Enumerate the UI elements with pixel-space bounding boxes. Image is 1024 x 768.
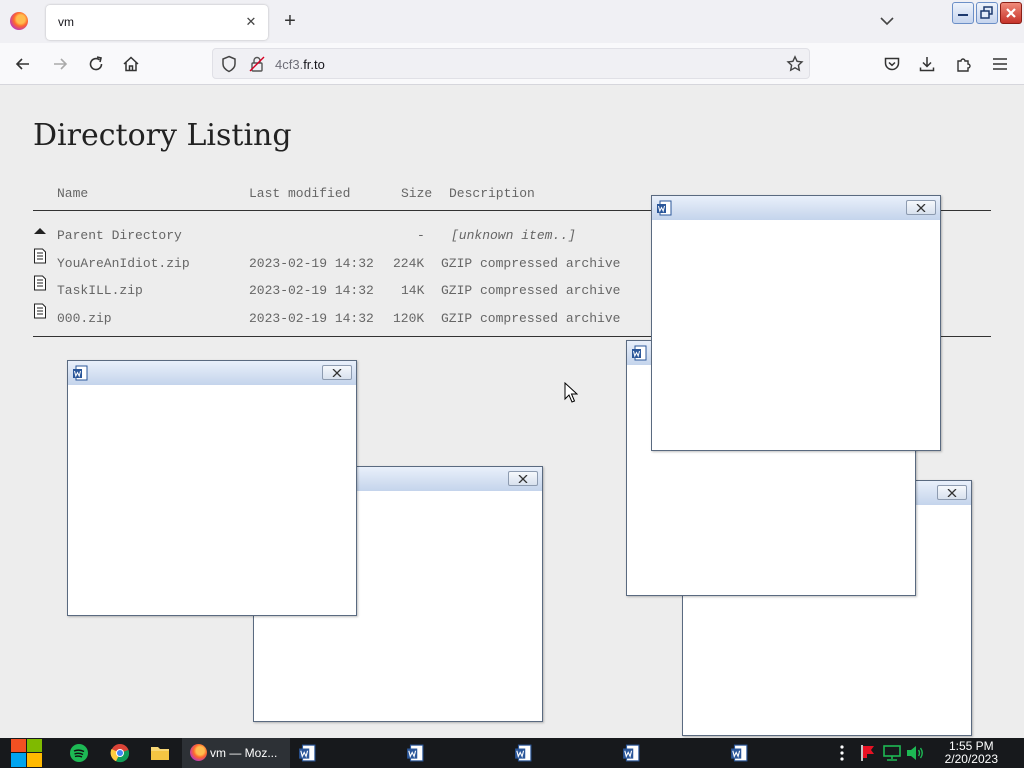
row-name-link[interactable]: TaskILL.zip <box>57 283 143 298</box>
tray-overflow-icon[interactable] <box>834 743 850 763</box>
column-header-description[interactable]: Description <box>449 186 535 201</box>
network-icon[interactable] <box>882 743 902 763</box>
popup-window[interactable] <box>651 195 941 451</box>
popup-window[interactable] <box>67 360 357 616</box>
firefox-icon[interactable] <box>10 12 28 30</box>
popup-titlebar[interactable] <box>68 361 356 385</box>
file-explorer-folder-icon[interactable] <box>150 743 170 763</box>
row-name-link[interactable]: 000.zip <box>57 311 112 326</box>
tab-title: vm <box>58 15 74 29</box>
clock-date: 2/20/2023 <box>944 752 998 766</box>
file-icon <box>34 248 46 264</box>
hamburger-menu-icon[interactable] <box>990 54 1010 74</box>
taskbar-task-word[interactable] <box>292 738 392 768</box>
row-modified: 2023-02-19 14:32 <box>249 311 374 326</box>
system-clock[interactable]: 1:55 PM 2/20/2023 <box>945 740 998 766</box>
word-document-icon <box>731 744 748 762</box>
row-size: 120K <box>393 311 425 326</box>
taskbar-task-word[interactable] <box>400 738 500 768</box>
row-description: GZIP compressed archive <box>441 256 621 271</box>
word-document-icon <box>632 345 647 361</box>
word-document-icon <box>623 744 640 762</box>
taskbar-task-word[interactable] <box>724 738 824 768</box>
window-controls <box>952 0 1024 26</box>
parent-arrow-icon <box>34 228 46 234</box>
row-modified: 2023-02-19 14:32 <box>249 256 374 271</box>
browser-tab[interactable]: vm ✕ <box>46 5 268 40</box>
chrome-icon[interactable] <box>110 743 130 763</box>
volume-icon[interactable] <box>905 743 925 763</box>
row-size: 224K <box>393 256 425 271</box>
close-window-button[interactable] <box>1000 2 1022 24</box>
popup-close-button[interactable] <box>906 200 936 215</box>
spotify-icon[interactable] <box>69 743 89 763</box>
action-center-flag-icon[interactable] <box>858 743 878 763</box>
shield-icon[interactable] <box>219 54 239 74</box>
start-button-windows-icon[interactable] <box>10 738 44 768</box>
column-header-name[interactable]: Name <box>57 186 88 201</box>
tab-strip: vm ✕ + <box>0 0 1024 43</box>
row-name-link[interactable]: Parent Directory <box>57 228 182 243</box>
row-description: GZIP compressed archive <box>441 283 621 298</box>
new-tab-button[interactable]: + <box>280 11 300 31</box>
taskbar-task-firefox[interactable]: vm — Moz... <box>182 738 290 768</box>
forward-arrow-icon[interactable] <box>50 54 70 74</box>
home-icon[interactable] <box>121 54 141 74</box>
row-size: 14K <box>401 283 425 298</box>
page-title: Directory Listing <box>33 118 292 153</box>
pocket-icon[interactable] <box>882 54 902 74</box>
file-icon <box>34 275 46 291</box>
tab-close-icon[interactable]: ✕ <box>243 14 259 30</box>
insecure-lock-icon[interactable] <box>247 54 267 74</box>
word-document-icon <box>515 744 532 762</box>
column-header-size[interactable]: Size <box>401 186 432 201</box>
row-description: [unknown item..] <box>451 228 576 243</box>
popup-close-button[interactable] <box>508 471 538 486</box>
word-document-icon <box>299 744 316 762</box>
minimize-button[interactable] <box>952 2 974 24</box>
back-arrow-icon[interactable] <box>13 54 33 74</box>
address-bar[interactable]: 4cf3.fr.to <box>212 48 810 79</box>
url-domain: fr.to <box>303 57 325 72</box>
taskbar: vm — Moz... 1:55 PM 2/20/2023 <box>0 738 1024 768</box>
desktop: vm ✕ + 4cf3.fr.to Directory Listing Name… <box>0 0 1024 768</box>
reload-icon[interactable] <box>86 54 106 74</box>
file-icon <box>34 303 46 319</box>
restore-button[interactable] <box>976 2 998 24</box>
popup-titlebar[interactable] <box>652 196 940 220</box>
taskbar-task-word[interactable] <box>508 738 608 768</box>
word-document-icon <box>657 200 672 216</box>
popup-close-button[interactable] <box>322 365 352 380</box>
url-text[interactable]: 4cf3.fr.to <box>275 57 325 72</box>
row-size: - <box>417 228 425 243</box>
mouse-cursor-icon <box>564 382 578 403</box>
extensions-icon[interactable] <box>954 54 974 74</box>
row-modified: 2023-02-19 14:32 <box>249 283 374 298</box>
navigation-toolbar: 4cf3.fr.to <box>0 43 1024 85</box>
list-all-tabs-chevron-icon[interactable] <box>878 13 896 29</box>
downloads-icon[interactable] <box>917 54 937 74</box>
word-document-icon <box>73 365 88 381</box>
row-description: GZIP compressed archive <box>441 311 621 326</box>
taskbar-task-word[interactable] <box>616 738 716 768</box>
firefox-icon <box>190 744 207 761</box>
taskbar-task-label: vm — Moz... <box>210 746 278 760</box>
popup-close-button[interactable] <box>937 485 967 500</box>
word-document-icon <box>407 744 424 762</box>
column-header-last-modified[interactable]: Last modified <box>249 186 350 201</box>
bookmark-star-icon[interactable] <box>785 54 805 74</box>
row-name-link[interactable]: YouAreAnIdiot.zip <box>57 256 190 271</box>
url-subdomain: 4cf3. <box>275 57 304 72</box>
